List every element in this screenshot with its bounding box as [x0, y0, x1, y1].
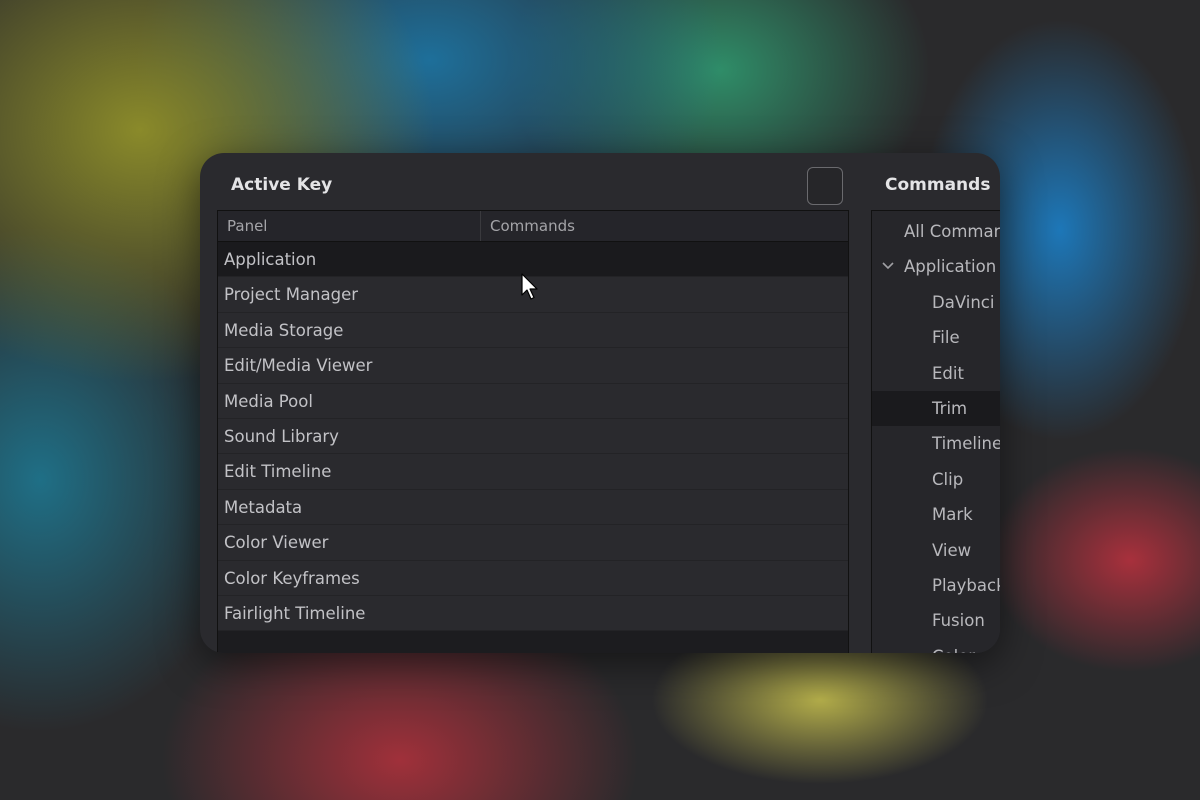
command-item[interactable]: DaVinci R — [872, 285, 1000, 320]
table-row[interactable]: Edit/Media Viewer — [218, 348, 848, 384]
command-item[interactable]: Fusion — [872, 603, 1000, 638]
command-item[interactable]: Edit — [872, 356, 1000, 391]
command-item-label: Playback — [932, 575, 1000, 595]
table-row[interactable]: Fairlight Timeline — [218, 595, 848, 632]
panel-cell: Media Storage — [224, 320, 344, 340]
square-button[interactable] — [807, 167, 843, 205]
command-item[interactable]: Playback — [872, 568, 1000, 603]
panel-cell: Fairlight Timeline — [224, 603, 366, 623]
table-row[interactable]: Edit Timeline — [218, 454, 848, 490]
commands-title: Commands — [885, 175, 991, 195]
panel-cell: Project Manager — [224, 285, 359, 305]
column-header-commands[interactable]: Commands — [481, 211, 575, 241]
command-item-label: Edit — [932, 363, 964, 383]
command-item-label: All Comman — [904, 222, 1000, 241]
table-row[interactable]: Color Viewer — [218, 525, 848, 561]
chevron-down-icon[interactable] — [881, 249, 895, 284]
commands-tree: All Comman Application DaVinci R File Edit Tr… — [871, 210, 1000, 653]
command-item-label: File — [932, 328, 960, 348]
panel-cell: Application — [224, 250, 317, 269]
command-item-label: Mark — [932, 505, 973, 525]
panel-cell: Color Viewer — [224, 533, 329, 553]
command-item-label: Clip — [932, 469, 964, 489]
table-row[interactable]: Metadata — [218, 489, 848, 526]
panel-cell: Color Keyframes — [224, 568, 360, 588]
command-item[interactable]: Mark — [872, 497, 1000, 532]
command-item[interactable]: View — [872, 533, 1000, 568]
command-item[interactable]: Application — [872, 249, 1000, 284]
command-item-label: View — [932, 540, 972, 560]
keyboard-customization-window: Active Key Panel Commands Application Pro… — [200, 153, 1000, 653]
command-item-label: Color — [932, 647, 975, 653]
command-item[interactable]: Color — [872, 639, 1000, 653]
command-item[interactable]: All Comman — [872, 214, 1000, 249]
panel-cell: Edit/Media Viewer — [224, 356, 373, 376]
mouse-pointer-icon — [521, 273, 538, 300]
column-header-panel[interactable]: Panel — [218, 211, 481, 241]
panel-cell: Edit Timeline — [224, 462, 332, 482]
active-key-title: Active Key — [231, 175, 333, 195]
command-item[interactable]: Timeline — [872, 426, 1000, 461]
panel-cell: Metadata — [224, 497, 303, 517]
command-item-label: Fusion — [932, 611, 985, 631]
table-row[interactable]: Color Keyframes — [218, 560, 848, 596]
command-item-label: Timeline — [932, 434, 1000, 454]
panel-cell: Sound Library — [224, 426, 339, 446]
command-item-label: DaVinci R — [932, 292, 1000, 312]
table-row[interactable]: Sound Library — [218, 418, 848, 455]
command-item[interactable]: File — [872, 320, 1000, 355]
command-item[interactable]: Trim — [872, 390, 1000, 427]
command-item[interactable]: Clip — [872, 462, 1000, 497]
table-row[interactable]: Media Storage — [218, 312, 848, 349]
table-header: Panel Commands — [218, 211, 848, 242]
command-item-label: Trim — [932, 398, 968, 418]
panel-cell: Media Pool — [224, 391, 313, 411]
table-row[interactable]: Media Pool — [218, 383, 848, 419]
command-item-label: Application — [904, 257, 997, 277]
